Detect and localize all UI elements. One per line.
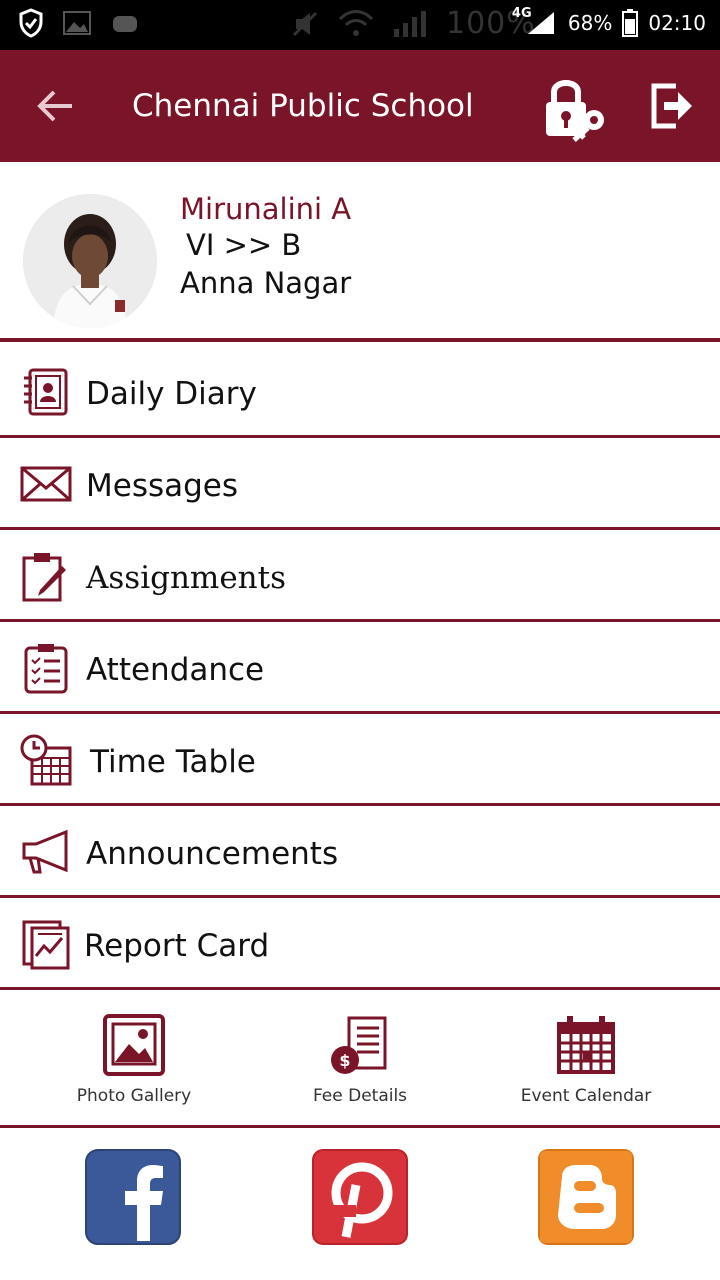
diary-icon (24, 368, 68, 416)
quick-link-label: Fee Details (312, 1086, 408, 1106)
student-branch: Anna Nagar (180, 266, 352, 300)
photo-gallery-icon (103, 1014, 165, 1076)
menu-item-assignments[interactable]: Assignments (0, 530, 720, 622)
profile-card: Mirunalini A VI >> B Anna Nagar (0, 162, 720, 342)
menu-item-attendance[interactable]: Attendance (0, 622, 720, 714)
shield-icon (19, 8, 43, 38)
event-calendar-icon (557, 1016, 615, 1074)
avatar (23, 194, 157, 328)
menu-item-messages[interactable]: Messages (0, 438, 720, 530)
menu-item-label: Messages (86, 468, 239, 504)
arrow-left-icon[interactable] (36, 84, 76, 128)
mute-icon (292, 11, 318, 36)
menu-item-time-table[interactable]: Time Table (0, 714, 720, 806)
quick-link-label: Photo Gallery (76, 1086, 192, 1106)
status-time: 02:10 (648, 11, 706, 35)
student-class: VI >> B (186, 228, 302, 262)
menu-item-label: Report Card (84, 928, 270, 964)
envelope-icon (20, 466, 72, 502)
network-indicator: 4G (512, 6, 558, 38)
quick-links: Photo Gallery $ Fee Details Event Calend… (0, 992, 720, 1128)
quick-link-fee-details[interactable]: $ Fee Details (260, 1012, 460, 1106)
app-title: Chennai Public School (132, 88, 474, 124)
menu-item-label: Time Table (90, 744, 256, 780)
menu-item-label: Announcements (86, 836, 339, 872)
student-name: Mirunalini A (180, 192, 352, 226)
cell-signal-icon (527, 12, 554, 34)
robot-icon (113, 16, 137, 32)
pinterest-icon[interactable] (312, 1149, 408, 1245)
image-icon (63, 11, 91, 35)
menu-item-report-card[interactable]: Report Card (0, 898, 720, 990)
battery-percent: 68% (567, 11, 613, 35)
status-ghost: 100% (290, 6, 536, 41)
blogger-icon[interactable] (538, 1149, 634, 1245)
quick-link-label: Event Calendar (520, 1086, 652, 1106)
clipboard-pencil-icon (22, 553, 66, 602)
menu-item-daily-diary[interactable]: Daily Diary (0, 346, 720, 438)
report-chart-icon (22, 920, 70, 970)
checklist-icon (24, 644, 68, 694)
quick-link-event-calendar[interactable]: Event Calendar (486, 1012, 686, 1106)
menu-item-announcements[interactable]: Announcements (0, 806, 720, 898)
menu-item-label: Daily Diary (86, 376, 257, 412)
facebook-icon[interactable] (85, 1149, 181, 1245)
social-links (0, 1131, 720, 1280)
fee-details-icon: $ (331, 1016, 387, 1074)
megaphone-icon (22, 829, 68, 874)
clock-calendar-icon (20, 734, 72, 786)
app-bar: Chennai Public School (0, 50, 720, 162)
menu-item-label: Attendance (86, 652, 265, 688)
quick-link-photo-gallery[interactable]: Photo Gallery (34, 1012, 234, 1106)
lock-key-icon[interactable] (540, 72, 610, 142)
logout-icon[interactable] (646, 80, 698, 132)
signal-icon (394, 10, 426, 37)
svg-text:$: $ (339, 1051, 350, 1070)
battery-icon (622, 9, 639, 37)
main-menu: Daily Diary Messages Assignments Attenda… (0, 346, 720, 990)
wifi-icon (338, 9, 374, 36)
menu-item-label: Assignments (86, 560, 287, 596)
status-bar: 100% 4G 68% 02:10 (0, 0, 720, 50)
